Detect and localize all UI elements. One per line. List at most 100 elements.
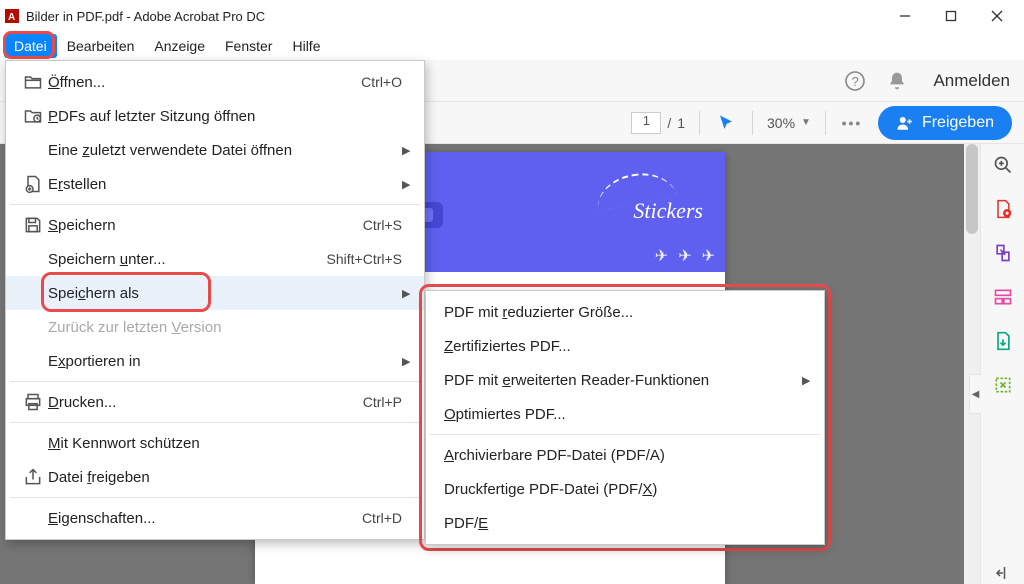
toolbar-separator	[699, 111, 700, 135]
toolbar-separator	[752, 111, 753, 135]
menu-item-label: Öffnen...	[48, 74, 351, 91]
submenu-chevron-icon: ▶	[402, 144, 412, 157]
zoom-control[interactable]: 30% ▼	[767, 115, 811, 131]
menu-item-shortcut: Ctrl+S	[363, 217, 402, 233]
plane-icon: ✈	[678, 246, 691, 266]
menu-bearbeiten[interactable]: Bearbeiten	[57, 34, 145, 58]
folder-recent-icon	[18, 106, 48, 126]
submenu-item[interactable]: PDF/E	[426, 506, 824, 540]
maximize-button[interactable]	[928, 0, 974, 32]
submenu-item-label: Optimiertes PDF...	[444, 406, 802, 423]
page-indicator: 1 / 1	[631, 112, 685, 134]
zoom-tool-icon[interactable]	[992, 154, 1014, 176]
submenu-item-label: Druckfertige PDF-Datei (PDF/X)	[444, 481, 802, 498]
minimize-button[interactable]	[882, 0, 928, 32]
datei-dropdown: Öffnen... Ctrl+O PDFs auf letzter Sitzung …	[5, 60, 425, 540]
menu-item: Zurück zur letzten Version	[6, 310, 424, 344]
submenu-chevron-icon: ▶	[402, 178, 412, 191]
submenu-item[interactable]: PDF mit reduzierter Größe...	[426, 295, 824, 329]
menu-item[interactable]: Drucken... Ctrl+P	[6, 385, 424, 419]
menu-item[interactable]: PDFs auf letzter Sitzung öffnen	[6, 99, 424, 133]
export-pdf-icon[interactable]	[992, 330, 1014, 352]
menu-item-label: Exportieren in	[48, 353, 402, 370]
menu-item[interactable]: Mit Kennwort schützen	[6, 426, 424, 460]
share-button[interactable]: Freigeben	[878, 106, 1012, 140]
submenu-chevron-icon: ▶	[802, 374, 812, 387]
plane-icon: ✈	[702, 246, 715, 266]
menu-item-label: Erstellen	[48, 176, 402, 193]
organize-icon[interactable]	[992, 286, 1014, 308]
menu-item-label: Eine zuletzt verwendete Datei öffnen	[48, 142, 402, 159]
plane-icon: ✈	[655, 246, 668, 266]
app-icon: A	[4, 8, 20, 24]
zoom-value: 30%	[767, 115, 795, 131]
help-icon[interactable]: ?	[843, 69, 867, 93]
create-pdf-icon[interactable]	[992, 198, 1014, 220]
menu-item-shortcut: Ctrl+P	[363, 394, 402, 410]
person-plus-icon	[896, 114, 914, 132]
toolbar-separator	[825, 111, 826, 135]
submenu-item[interactable]: Optimiertes PDF...	[426, 397, 824, 431]
menu-item-label: Datei freigeben	[48, 469, 402, 486]
svg-text:A: A	[8, 12, 15, 23]
menu-item-label: Speichern	[48, 217, 353, 234]
more-icon[interactable]: •••	[840, 111, 864, 135]
menu-item[interactable]: Speichern Ctrl+S	[6, 208, 424, 242]
menu-item-label: Eigenschaften...	[48, 510, 352, 527]
vertical-scrollbar[interactable]	[964, 144, 980, 584]
speichern-als-submenu: PDF mit reduzierter Größe... Zertifiziert…	[425, 290, 825, 545]
signin-link[interactable]: Anmelden	[933, 71, 1010, 91]
submenu-item-label: PDF/E	[444, 515, 802, 532]
submenu-item[interactable]: Archivierbare PDF-Datei (PDF/A)	[426, 438, 824, 472]
folder-open-icon	[18, 72, 48, 92]
menu-item[interactable]: Öffnen... Ctrl+O	[6, 65, 424, 99]
chevron-down-icon: ▼	[801, 117, 811, 128]
menu-item[interactable]: Eine zuletzt verwendete Datei öffnen▶	[6, 133, 424, 167]
save-icon	[18, 215, 48, 235]
submenu-item-label: PDF mit erweiterten Reader-Funktionen	[444, 372, 802, 389]
menu-item-label: Mit Kennwort schützen	[48, 435, 402, 452]
rail-expand-icon[interactable]	[992, 562, 1014, 584]
submenu-item-label: PDF mit reduzierter Größe...	[444, 304, 802, 321]
menu-fenster[interactable]: Fenster	[215, 34, 282, 58]
create-icon	[18, 174, 48, 194]
svg-text:?: ?	[852, 74, 859, 89]
page-total: 1	[677, 115, 685, 131]
compress-icon[interactable]	[992, 374, 1014, 396]
menu-item-label: Zurück zur letzten Version	[48, 319, 402, 336]
bell-icon[interactable]	[885, 69, 909, 93]
right-tool-rail: ◀	[980, 144, 1024, 584]
menu-item-shortcut: Ctrl+D	[362, 510, 402, 526]
submenu-item-label: Zertifiziertes PDF...	[444, 338, 802, 355]
submenu-item[interactable]: Druckfertige PDF-Datei (PDF/X)	[426, 472, 824, 506]
window-controls	[882, 0, 1020, 32]
menu-item[interactable]: Erstellen▶	[6, 167, 424, 201]
menu-anzeige[interactable]: Anzeige	[144, 34, 215, 58]
page-separator: /	[667, 115, 671, 131]
menu-item-label: Speichern unter...	[48, 251, 317, 268]
titlebar: A Bilder in PDF.pdf - Adobe Acrobat Pro …	[0, 0, 1024, 32]
menu-item[interactable]: Eigenschaften... Ctrl+D	[6, 501, 424, 535]
submenu-item[interactable]: PDF mit erweiterten Reader-Funktionen▶	[426, 363, 824, 397]
menu-item-shortcut: Ctrl+O	[361, 74, 402, 90]
menu-datei[interactable]: Datei	[4, 34, 57, 58]
close-button[interactable]	[974, 0, 1020, 32]
submenu-item[interactable]: Zertifiziertes PDF...	[426, 329, 824, 363]
cursor-icon[interactable]	[714, 111, 738, 135]
menu-item-label: Drucken...	[48, 394, 353, 411]
page-current-input[interactable]: 1	[631, 112, 661, 134]
menu-item[interactable]: Speichern als▶	[6, 276, 424, 310]
rail-collapse-chevron[interactable]: ◀	[969, 374, 981, 414]
menu-item[interactable]: Speichern unter...Shift+Ctrl+S	[6, 242, 424, 276]
window-title: Bilder in PDF.pdf - Adobe Acrobat Pro DC	[26, 9, 265, 24]
share-icon	[18, 467, 48, 487]
menu-item-label: Speichern als	[48, 285, 402, 302]
share-button-label: Freigeben	[922, 114, 994, 132]
combine-icon[interactable]	[992, 242, 1014, 264]
menu-hilfe[interactable]: Hilfe	[282, 34, 330, 58]
menubar: Datei Bearbeiten Anzeige Fenster Hilfe	[0, 32, 1024, 60]
menu-item[interactable]: Datei freigeben	[6, 460, 424, 494]
scrollbar-thumb[interactable]	[966, 144, 978, 234]
menu-item[interactable]: Exportieren in▶	[6, 344, 424, 378]
stickers-text: Stickers	[633, 198, 703, 224]
